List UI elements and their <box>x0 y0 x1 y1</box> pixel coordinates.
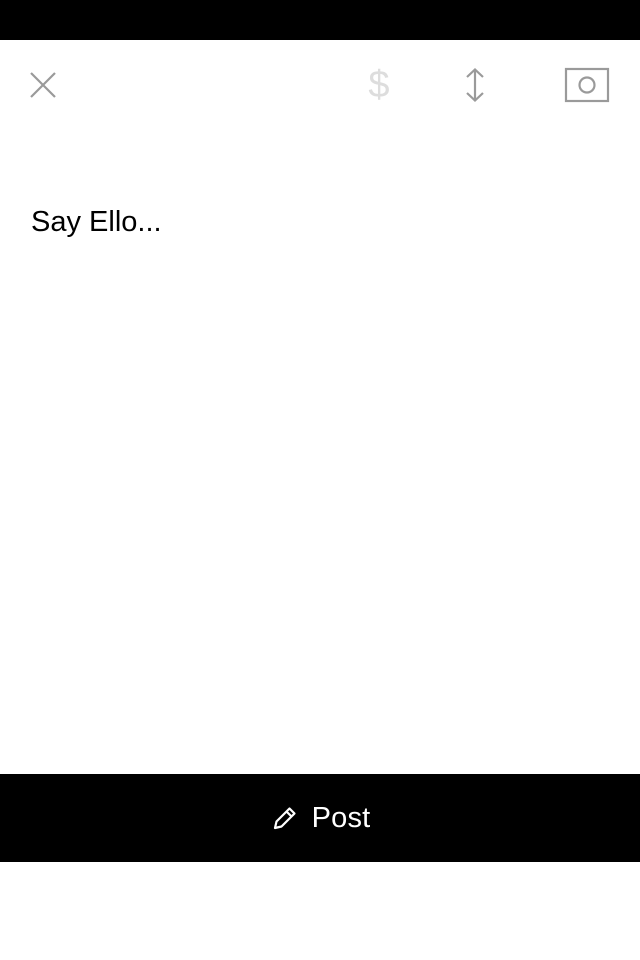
close-button[interactable] <box>20 62 66 108</box>
add-image-button[interactable] <box>560 62 614 108</box>
dollar-icon: $ <box>368 64 390 106</box>
close-icon <box>28 70 58 100</box>
reorder-icon <box>462 67 488 103</box>
post-button[interactable]: Post <box>0 774 640 862</box>
pencil-icon <box>270 803 300 833</box>
post-button-label: Post <box>311 801 371 834</box>
composer-toolbar: $ <box>0 40 640 132</box>
status-bar <box>0 0 640 40</box>
camera-icon <box>564 67 610 103</box>
post-composer <box>0 190 640 750</box>
buy-link-button[interactable]: $ <box>356 62 402 108</box>
omnibar-screen: $ Say Ello... Post <box>0 0 640 960</box>
post-text-input[interactable] <box>0 190 640 750</box>
reorder-button[interactable] <box>452 62 498 108</box>
